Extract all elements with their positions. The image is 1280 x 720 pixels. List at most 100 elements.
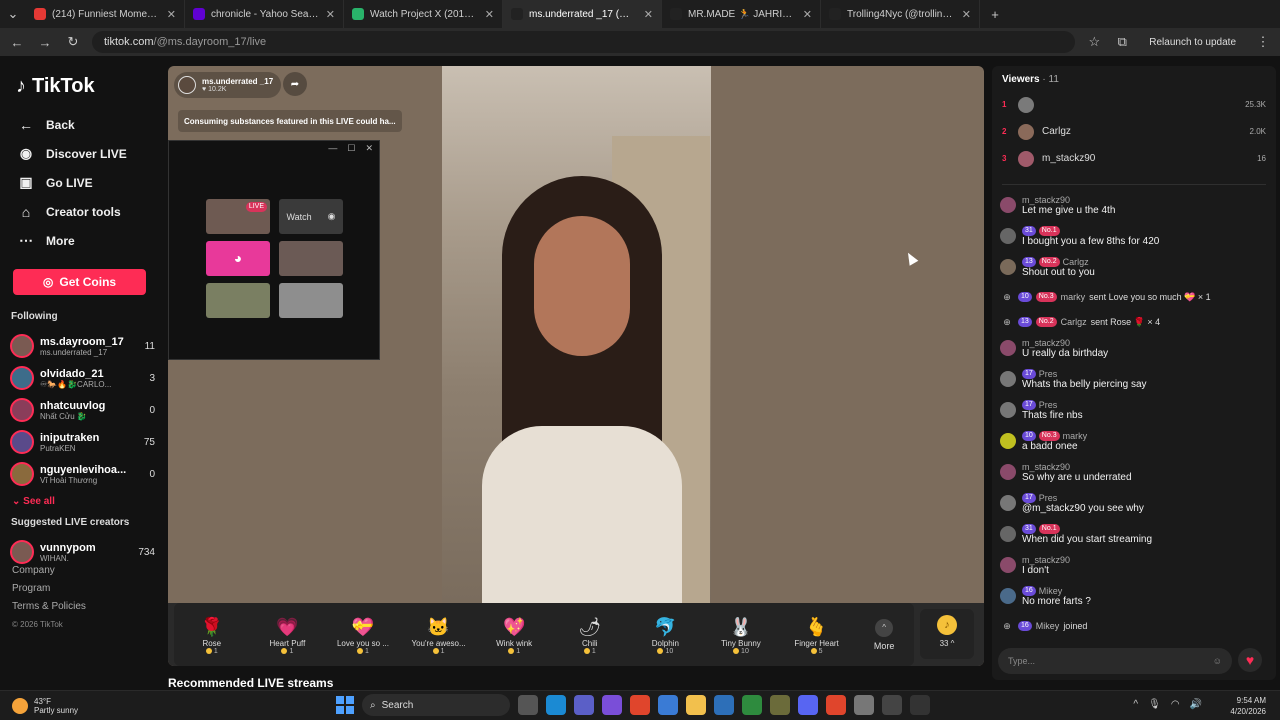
back-arrow-icon[interactable]: ← xyxy=(8,35,26,50)
url-field[interactable]: tiktok.com/@ms.dayroom_17/live xyxy=(92,31,1076,53)
host-info[interactable]: ms.underrated _17 ♥ 10.2K xyxy=(174,72,282,98)
tab-close-icon[interactable]: ✕ xyxy=(326,8,335,21)
edge-icon[interactable] xyxy=(546,695,566,715)
chat-avatar[interactable] xyxy=(1000,228,1016,244)
gift-item[interactable]: 🐱 You're aweso... 1 xyxy=(401,615,477,655)
epic-icon[interactable] xyxy=(910,695,930,715)
sidebar-item-1[interactable]: ▣ Go LIVE xyxy=(10,168,155,197)
forward-arrow-icon[interactable]: → xyxy=(36,35,54,50)
volume-icon[interactable]: 🔊 xyxy=(1190,699,1202,710)
app-icon-2[interactable] xyxy=(882,695,902,715)
see-all-link[interactable]: ⌄ See all xyxy=(12,496,155,507)
following-item[interactable]: nhatcuuvlog Nhất Cửu 🐉 0 xyxy=(10,394,155,426)
footer-link[interactable]: Company xyxy=(12,562,86,580)
gift-item[interactable]: 💖 Wink wink 1 xyxy=(476,615,552,655)
chat-username[interactable]: m_stackz90 xyxy=(1022,555,1070,565)
maximize-icon[interactable]: ☐ xyxy=(347,143,355,154)
clock[interactable]: 9:54 AM 4/20/2026 xyxy=(1230,695,1266,717)
chat-username[interactable]: m_stackz90 xyxy=(1022,338,1108,348)
chat-avatar[interactable] xyxy=(1000,433,1016,449)
chevron-up-icon[interactable]: ^ xyxy=(1133,699,1138,710)
extensions-icon[interactable]: ⧉ xyxy=(1113,34,1131,50)
teams-icon[interactable] xyxy=(574,695,594,715)
xbox-icon[interactable] xyxy=(742,695,762,715)
viewers-header[interactable]: Viewers · 11 xyxy=(1002,74,1266,85)
gift-item[interactable]: 🌹 Rose 1 xyxy=(174,615,250,655)
weather-widget[interactable]: 43°F Partly sunny xyxy=(0,697,180,715)
following-item[interactable]: ms.dayroom_17 ms.underrated _17 11 xyxy=(10,330,155,362)
chrome-icon[interactable] xyxy=(630,695,650,715)
coin-balance[interactable]: ♪ 33 ^ xyxy=(920,609,974,659)
top-viewer-row[interactable]: 1 25.3K xyxy=(1002,91,1266,118)
discord-tile[interactable]: ◕ xyxy=(206,241,270,276)
minimize-icon[interactable]: — xyxy=(328,143,337,153)
browser-tab[interactable]: chronicle - Yahoo Search Result ✕ xyxy=(185,0,344,28)
mic-icon[interactable]: 🎙 xyxy=(1148,699,1161,710)
chat-username[interactable]: 17 Pres xyxy=(1022,369,1147,379)
browser-tab[interactable]: MR.MADE 🏃 JAHRICKYHAS ✕ xyxy=(662,0,821,28)
event-user[interactable]: marky xyxy=(1061,292,1086,302)
chat-username[interactable]: 17 Pres xyxy=(1022,493,1144,503)
menu-dots-icon[interactable]: ⋮ xyxy=(1254,34,1272,50)
wifi-icon[interactable]: ◠ xyxy=(1171,699,1180,710)
gift-item[interactable]: 💗 Heart Puff 1 xyxy=(250,615,326,655)
chat-username[interactable]: m_stackz90 xyxy=(1022,195,1115,205)
copilot-icon[interactable] xyxy=(602,695,622,715)
avatar-tile[interactable] xyxy=(279,241,343,276)
taskbar-search[interactable]: ⌕ Search xyxy=(362,694,510,716)
back-link[interactable]: ← Back xyxy=(10,110,155,139)
file-explorer-icon[interactable] xyxy=(686,695,706,715)
tab-close-icon[interactable]: ✕ xyxy=(962,8,971,21)
tab-close-icon[interactable]: ✕ xyxy=(167,8,176,21)
task-view-icon[interactable] xyxy=(518,695,538,715)
following-item[interactable]: nguyenlevihoa... Vĩ Hoài Thương 0 xyxy=(10,458,155,490)
get-coins-button[interactable]: ◎ Get Coins xyxy=(13,269,146,295)
bookmark-star-icon[interactable]: ☆ xyxy=(1085,34,1103,50)
chat-avatar[interactable] xyxy=(1000,371,1016,387)
game-icon[interactable] xyxy=(770,695,790,715)
reload-icon[interactable]: ↻ xyxy=(64,34,82,50)
gift-item[interactable]: 🌶 Chili 1 xyxy=(552,615,628,655)
gift-item[interactable]: 🐰 Tiny Bunny 10 xyxy=(703,615,779,655)
chat-username[interactable]: m_stackz90 xyxy=(1022,462,1132,472)
image-tile-2[interactable] xyxy=(279,283,343,318)
chat-username[interactable]: 16 Mikey xyxy=(1022,586,1091,596)
chat-avatar[interactable] xyxy=(1000,197,1016,213)
chat-username[interactable]: 10 No.3 marky xyxy=(1022,431,1087,441)
chat-avatar[interactable] xyxy=(1000,495,1016,511)
browser-tab[interactable]: ms.underrated _17 (@ms.da ✕ xyxy=(503,0,662,28)
windows-start-icon[interactable] xyxy=(336,696,354,714)
tiktok-logo[interactable]: ♪ TikTok xyxy=(10,62,155,110)
sidebar-item-3[interactable]: ⋯ More xyxy=(10,226,155,255)
share-icon[interactable]: ➦ xyxy=(283,72,307,96)
chat-avatar[interactable] xyxy=(1000,340,1016,356)
tab-close-icon[interactable]: ✕ xyxy=(485,8,494,21)
app-icon[interactable] xyxy=(714,695,734,715)
watch-button[interactable]: Watch ◉ xyxy=(279,199,343,234)
sidebar-item-0[interactable]: ◉ Discover LIVE xyxy=(10,139,155,168)
tab-close-icon[interactable]: ✕ xyxy=(803,8,812,21)
top-viewer-row[interactable]: 3 m_stackz90 16 xyxy=(1002,145,1266,172)
browser-tab[interactable]: Trolling4Nyc (@trolling4nyc0) ✕ xyxy=(821,0,980,28)
sidebar-item-2[interactable]: ⌂ Creator tools xyxy=(10,197,155,226)
live-thumbnail[interactable]: LIVE xyxy=(206,199,270,234)
tab-search-icon[interactable]: ⌄ xyxy=(0,6,26,22)
gift-item[interactable]: 🐬 Dolphin 10 xyxy=(628,615,704,655)
chat-avatar[interactable] xyxy=(1000,402,1016,418)
top-viewer-row[interactable]: 2 Carlgz 2.0K xyxy=(1002,118,1266,145)
event-user[interactable]: Carlgz xyxy=(1061,317,1087,327)
tab-close-icon[interactable]: ✕ xyxy=(644,8,653,21)
footer-link[interactable]: Program xyxy=(12,580,86,598)
chat-input[interactable]: Type... ☺ xyxy=(998,648,1232,674)
browser-tab[interactable]: Watch Project X (2012) For Free ✕ xyxy=(344,0,503,28)
chat-username[interactable]: 13 No.2 Carlgz xyxy=(1022,257,1095,267)
chat-avatar[interactable] xyxy=(1000,526,1016,542)
chat-avatar[interactable] xyxy=(1000,259,1016,275)
emoji-icon[interactable]: ☺ xyxy=(1213,656,1222,666)
browser-tab[interactable]: (214) Funniest Moments On Po ✕ xyxy=(26,0,185,28)
system-tray[interactable]: ^ 🎙 ◠ 🔊 xyxy=(1133,699,1202,710)
chat-username[interactable]: 31 No.1 xyxy=(1022,524,1152,534)
chat-avatar[interactable] xyxy=(1000,557,1016,573)
store-icon[interactable] xyxy=(658,695,678,715)
gift-item[interactable]: 🫰 Finger Heart 5 xyxy=(779,615,855,655)
